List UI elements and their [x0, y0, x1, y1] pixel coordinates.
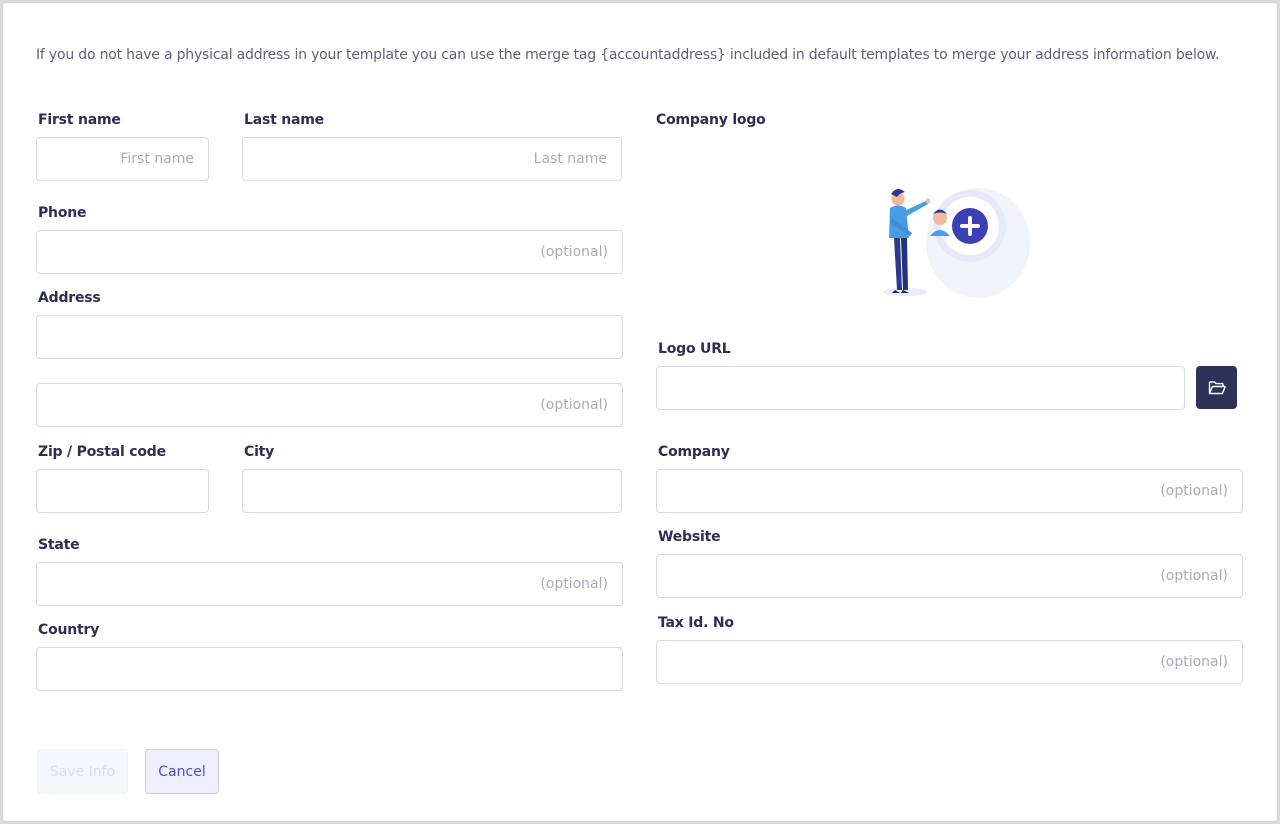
first-name-input[interactable]	[37, 138, 208, 180]
address-line1-field	[36, 315, 623, 359]
company-field	[656, 469, 1243, 513]
country-label: Country	[38, 622, 100, 638]
logo-url-input[interactable]	[657, 367, 1184, 409]
state-input[interactable]	[37, 563, 622, 605]
zip-label: Zip / Postal code	[38, 444, 166, 460]
save-info-button[interactable]: Save Info	[37, 749, 128, 794]
phone-input[interactable]	[37, 231, 622, 273]
address-line2-field	[36, 383, 623, 427]
country-field	[36, 647, 623, 691]
website-label: Website	[658, 529, 721, 545]
address-line2-input[interactable]	[37, 384, 622, 426]
tax-id-field	[656, 640, 1243, 684]
address-label: Address	[38, 290, 101, 306]
address-line1-input[interactable]	[37, 316, 622, 358]
cancel-button[interactable]: Cancel	[145, 749, 219, 794]
country-input[interactable]	[37, 648, 622, 690]
city-label: City	[244, 444, 275, 460]
logo-url-field	[656, 366, 1185, 410]
city-field	[242, 469, 622, 513]
last-name-label: Last name	[244, 112, 324, 128]
phone-field	[36, 230, 623, 274]
zip-field	[36, 469, 209, 513]
last-name-field	[242, 137, 622, 181]
company-input[interactable]	[657, 470, 1242, 512]
website-input[interactable]	[657, 555, 1242, 597]
first-name-label: First name	[38, 112, 121, 128]
tax-id-label: Tax Id. No	[658, 615, 734, 631]
browse-logo-button[interactable]	[1196, 366, 1237, 409]
last-name-input[interactable]	[243, 138, 621, 180]
phone-label: Phone	[38, 205, 87, 221]
zip-input[interactable]	[37, 470, 208, 512]
logo-url-label: Logo URL	[658, 341, 731, 357]
intro-text: If you do not have a physical address in…	[36, 47, 1220, 63]
city-input[interactable]	[243, 470, 621, 512]
first-name-field	[36, 137, 209, 181]
state-label: State	[38, 537, 80, 553]
state-field	[36, 562, 623, 606]
company-logo-label: Company logo	[656, 112, 766, 128]
upload-logo-illustration[interactable]	[870, 178, 1040, 308]
tax-id-input[interactable]	[657, 641, 1242, 683]
folder-open-icon	[1208, 380, 1226, 394]
website-field	[656, 554, 1243, 598]
company-label: Company	[658, 444, 730, 460]
